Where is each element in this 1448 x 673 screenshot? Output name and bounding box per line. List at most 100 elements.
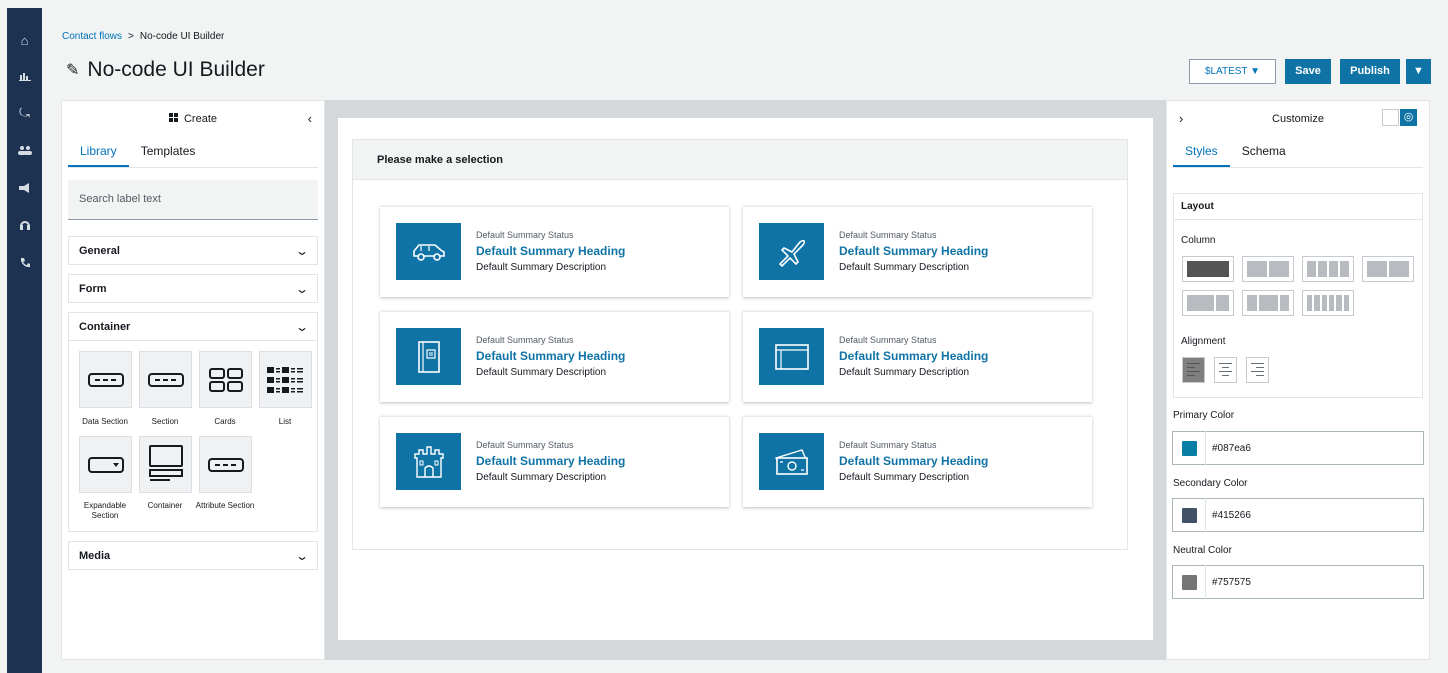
tab-schema[interactable]: Schema bbox=[1230, 136, 1298, 167]
card-heading[interactable]: Default Summary Heading bbox=[839, 244, 988, 258]
align-left-option[interactable] bbox=[1182, 357, 1205, 383]
create-title: Create bbox=[183, 112, 218, 125]
expandable-section-component[interactable] bbox=[79, 436, 132, 493]
card-description: Default Summary Description bbox=[839, 367, 970, 378]
summary-card[interactable]: Default Summary Status Default Summary H… bbox=[743, 311, 1092, 402]
card-status: Default Summary Status bbox=[839, 335, 937, 345]
headset-icon[interactable] bbox=[7, 217, 42, 237]
castle-icon bbox=[396, 433, 461, 490]
version-label: $LATEST bbox=[1204, 66, 1248, 77]
window-icon bbox=[759, 328, 824, 385]
tab-library[interactable]: Library bbox=[68, 136, 129, 167]
card-description: Default Summary Description bbox=[839, 472, 970, 483]
column-3-option[interactable] bbox=[1362, 256, 1414, 282]
chevron-down-icon: ⌄ bbox=[294, 548, 310, 563]
column-1-option[interactable] bbox=[1182, 256, 1234, 282]
secondary-color-field[interactable]: #415266 bbox=[1172, 498, 1424, 532]
collapse-left-icon[interactable]: ‹ bbox=[308, 111, 312, 126]
list-icon bbox=[266, 366, 303, 393]
save-button[interactable]: Save bbox=[1285, 59, 1331, 84]
users-icon[interactable] bbox=[7, 141, 42, 161]
publish-button[interactable]: Publish bbox=[1340, 59, 1400, 84]
list-label: List bbox=[278, 417, 292, 426]
neutral-color-field[interactable]: #757575 bbox=[1172, 565, 1424, 599]
data-section-label: Data Section bbox=[82, 417, 128, 426]
container-component[interactable] bbox=[139, 436, 192, 493]
section-container[interactable]: Container ⌄ bbox=[68, 312, 318, 341]
column-6-option[interactable] bbox=[1302, 290, 1354, 316]
version-dropdown[interactable]: $LATEST ▼ bbox=[1189, 59, 1276, 84]
library-panel: Create ‹ Library Templates Search label … bbox=[61, 100, 325, 660]
globe-icon[interactable]: ◎ bbox=[1400, 109, 1417, 126]
neutral-color-swatch[interactable] bbox=[1182, 574, 1197, 590]
card-status: Default Summary Status bbox=[839, 230, 937, 240]
card-heading[interactable]: Default Summary Heading bbox=[476, 244, 625, 258]
section-label: Section bbox=[151, 417, 179, 426]
attribute-section-icon bbox=[207, 457, 244, 472]
summary-card[interactable]: Default Summary Status Default Summary H… bbox=[380, 416, 729, 507]
megaphone-icon[interactable] bbox=[7, 179, 42, 199]
card-status: Default Summary Status bbox=[476, 335, 574, 345]
customize-title: Customize bbox=[1272, 112, 1324, 125]
card-heading[interactable]: Default Summary Heading bbox=[476, 454, 625, 468]
expand-right-icon[interactable]: › bbox=[1179, 111, 1183, 126]
home-icon[interactable]: ⌂ bbox=[7, 31, 42, 51]
card-description: Default Summary Description bbox=[476, 472, 607, 483]
card-heading[interactable]: Default Summary Heading bbox=[839, 349, 988, 363]
breadcrumb: Contact flows > No-code UI Builder bbox=[62, 31, 224, 42]
card-heading[interactable]: Default Summary Heading bbox=[839, 454, 988, 468]
neutral-color-value: #757575 bbox=[1212, 576, 1251, 588]
list-component[interactable] bbox=[259, 351, 312, 408]
publish-options-button[interactable]: ▼ bbox=[1406, 59, 1431, 84]
section-component[interactable] bbox=[139, 351, 192, 408]
column-1-2-option[interactable] bbox=[1242, 290, 1294, 316]
expandable-section-icon bbox=[87, 456, 124, 473]
summary-card[interactable]: Default Summary Status Default Summary H… bbox=[743, 206, 1092, 297]
breadcrumb-separator: > bbox=[128, 31, 134, 42]
card-status: Default Summary Status bbox=[476, 440, 574, 450]
cards-component[interactable] bbox=[199, 351, 252, 408]
neutral-color-label: Neutral Color bbox=[1173, 545, 1232, 556]
card-description: Default Summary Description bbox=[839, 262, 970, 273]
align-right-option[interactable] bbox=[1246, 357, 1269, 383]
secondary-color-value: #415266 bbox=[1212, 509, 1251, 521]
column-2-1-option[interactable] bbox=[1182, 290, 1234, 316]
card-status: Default Summary Status bbox=[476, 230, 574, 240]
routing-icon[interactable]: ⤿ bbox=[7, 103, 42, 123]
primary-color-swatch[interactable] bbox=[1182, 440, 1197, 456]
column-2-option[interactable] bbox=[1242, 256, 1294, 282]
notebook-icon bbox=[396, 328, 461, 385]
secondary-color-swatch[interactable] bbox=[1182, 507, 1197, 523]
pencil-icon[interactable]: ✎ bbox=[66, 60, 79, 80]
primary-color-field[interactable]: #087ea6 bbox=[1172, 431, 1424, 465]
breadcrumb-contact-flows[interactable]: Contact flows bbox=[62, 31, 122, 42]
airplane-icon bbox=[759, 223, 824, 280]
section-icon bbox=[147, 372, 184, 387]
section-container-label: Container bbox=[79, 320, 131, 333]
column-label: Column bbox=[1181, 235, 1216, 246]
data-section-component[interactable] bbox=[79, 351, 132, 408]
section-form[interactable]: Form ⌄ bbox=[68, 274, 318, 303]
car-icon bbox=[396, 223, 461, 280]
analytics-icon[interactable] bbox=[7, 67, 42, 87]
preview-icon[interactable] bbox=[1382, 109, 1399, 126]
card-description: Default Summary Description bbox=[476, 367, 607, 378]
chevron-down-icon: ⌄ bbox=[294, 319, 310, 334]
section-media[interactable]: Media ⌄ bbox=[68, 541, 318, 570]
secondary-color-label: Secondary Color bbox=[1173, 478, 1248, 489]
tab-styles[interactable]: Styles bbox=[1173, 136, 1230, 167]
summary-card[interactable]: Default Summary Status Default Summary H… bbox=[380, 206, 729, 297]
summary-card[interactable]: Default Summary Status Default Summary H… bbox=[380, 311, 729, 402]
column-4-option[interactable] bbox=[1302, 256, 1354, 282]
summary-card[interactable]: Default Summary Status Default Summary H… bbox=[743, 416, 1092, 507]
section-general[interactable]: General ⌄ bbox=[68, 236, 318, 265]
attribute-section-component[interactable] bbox=[199, 436, 252, 493]
expandable-section-label: Expandable Section bbox=[83, 501, 127, 520]
search-input[interactable]: Search label text bbox=[68, 180, 318, 220]
caret-down-icon: ▼ bbox=[1250, 66, 1261, 77]
customize-panel: › Customize ◎ Styles Schema Layout Colum… bbox=[1166, 100, 1430, 660]
align-center-option[interactable] bbox=[1214, 357, 1237, 383]
tab-templates[interactable]: Templates bbox=[129, 136, 208, 167]
card-heading[interactable]: Default Summary Heading bbox=[476, 349, 625, 363]
phone-icon[interactable] bbox=[7, 255, 42, 275]
